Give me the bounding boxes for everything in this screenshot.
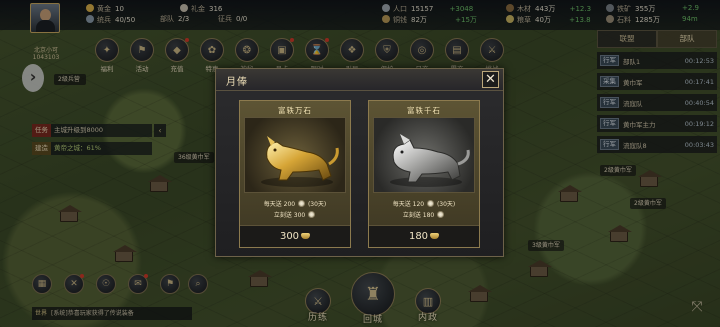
token-coin-icon <box>427 200 435 207</box>
instant-line: 立刻送 180 <box>369 210 479 221</box>
daily-days: (30天) <box>307 201 327 208</box>
instant-amount: 180 <box>422 212 435 219</box>
daily-days: (30天) <box>436 201 456 208</box>
silver-beast-icon <box>390 134 470 187</box>
daily-amount: 200 <box>283 201 296 208</box>
monthly-pay-dialog: 月俸 ✕ 富轶万石 每天送 200 (30天) 立刻送 300 300 富轶千石… <box>215 68 504 257</box>
card-info: 每天送 200 (30天) 立刻送 300 <box>240 199 350 221</box>
token-coin-icon <box>308 211 316 218</box>
price-value: 300 <box>279 231 300 242</box>
token-coin-icon <box>298 200 306 207</box>
instant-line: 立刻送 300 <box>240 210 350 221</box>
dialog-header: 月俸 ✕ <box>216 69 503 91</box>
gold-beast-icon <box>261 136 339 187</box>
buy-button-silver[interactable]: 180 <box>369 225 479 247</box>
token-coin-icon <box>437 211 445 218</box>
daily-prefix: 每天送 <box>392 201 411 208</box>
dialog-title: 月俸 <box>226 77 248 88</box>
gold-ingot-icon <box>430 233 440 239</box>
daily-amount: 120 <box>412 201 425 208</box>
gold-beast-statue-image <box>244 117 346 193</box>
gold-ingot-icon <box>301 233 311 239</box>
card-info: 每天送 120 (30天) 立刻送 180 <box>369 199 479 221</box>
card-name: 富轶万石 <box>278 106 312 115</box>
card-gold[interactable]: 富轶万石 每天送 200 (30天) 立刻送 300 300 <box>239 100 351 248</box>
silver-beast-statue-image <box>373 117 475 193</box>
card-name: 富轶千石 <box>407 106 441 115</box>
card-silver[interactable]: 富轶千石 每天送 120 (30天) 立刻送 180 180 <box>368 100 480 248</box>
daily-prefix: 每天送 <box>263 201 282 208</box>
price-value: 180 <box>408 231 429 242</box>
close-icon[interactable]: ✕ <box>482 71 499 88</box>
instant-prefix: 立刻送 <box>402 212 421 219</box>
daily-line: 每天送 200 (30天) <box>240 199 350 210</box>
daily-line: 每天送 120 (30天) <box>369 199 479 210</box>
instant-amount: 300 <box>293 212 306 219</box>
buy-button-gold[interactable]: 300 <box>240 225 350 247</box>
instant-prefix: 立刻送 <box>273 212 292 219</box>
